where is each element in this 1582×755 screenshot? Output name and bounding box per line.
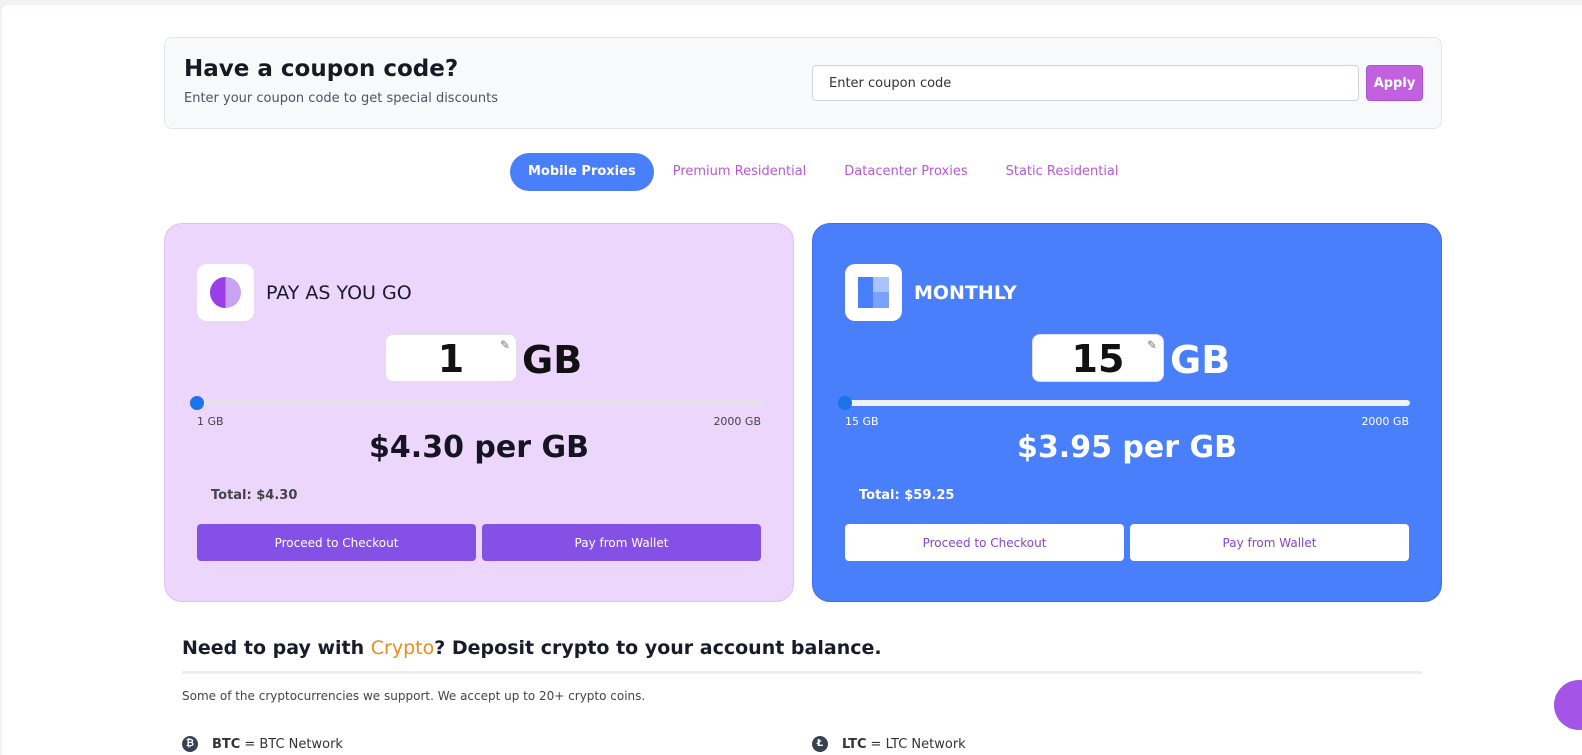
coupon-panel: Have a coupon code? Enter your coupon co…	[164, 37, 1442, 129]
half-circle-icon	[197, 264, 254, 321]
coin-network: = BTC Network	[244, 736, 343, 752]
total-price: Total: $59.25	[859, 488, 955, 503]
slider-max-label: 2000 GB	[1361, 415, 1409, 428]
gb-unit-label: GB	[1170, 338, 1231, 382]
gb-selector: 1 ✎ GB	[165, 334, 793, 384]
plan-card-payg: PAY AS YOU GO 1 ✎ GB 1 GB 2000 GB $4.30 …	[164, 223, 794, 602]
slider-max-label: 2000 GB	[713, 415, 761, 428]
price-per-gb: $4.30 per GB	[369, 430, 589, 465]
tab-datacenter-proxies[interactable]: Datacenter Proxies	[825, 153, 986, 191]
coin-symbol: LTC	[842, 736, 867, 752]
proceed-to-checkout-button[interactable]: Proceed to Checkout	[197, 524, 476, 561]
coin-network: = LTC Network	[870, 736, 966, 752]
pay-from-wallet-button[interactable]: Pay from Wallet	[482, 524, 761, 561]
pay-from-wallet-button[interactable]: Pay from Wallet	[1130, 524, 1409, 561]
divider	[182, 671, 1422, 674]
bitcoin-icon: ₿	[182, 736, 198, 752]
plan-card-monthly: MONTHLY 15 ✎ GB 15 GB 2000 GB $3.95 per …	[812, 223, 1442, 602]
gb-quantity-value: 1	[437, 337, 465, 381]
chat-widget-button[interactable]	[1554, 680, 1582, 730]
crypto-heading-prefix: Need to pay with	[182, 637, 371, 659]
proxy-type-tabs: Mobile Proxies Premium Residential Datac…	[510, 153, 1138, 191]
split-square-icon	[845, 264, 902, 321]
proceed-to-checkout-button[interactable]: Proceed to Checkout	[845, 524, 1124, 561]
tab-mobile-proxies[interactable]: Mobile Proxies	[510, 153, 654, 191]
coupon-input[interactable]	[812, 65, 1359, 101]
gb-slider[interactable]	[190, 396, 762, 410]
plan-name: MONTHLY	[914, 282, 1017, 304]
plan-name: PAY AS YOU GO	[266, 282, 412, 304]
slider-thumb[interactable]	[190, 396, 204, 410]
slider-min-label: 15 GB	[845, 415, 879, 428]
gb-quantity-input[interactable]: 1 ✎	[385, 334, 517, 382]
page: Have a coupon code? Enter your coupon co…	[2, 5, 1582, 755]
tab-static-residential[interactable]: Static Residential	[987, 153, 1138, 191]
gb-quantity-value: 15	[1071, 337, 1125, 381]
litecoin-icon: Ł	[812, 736, 828, 752]
crypto-heading-suffix: ? Deposit crypto to your account balance…	[434, 637, 882, 659]
pencil-icon: ✎	[499, 338, 510, 352]
gb-unit-label: GB	[522, 338, 583, 382]
coin-symbol: BTC	[212, 736, 241, 752]
coin-item-btc: ₿ BTC = BTC Network	[182, 736, 343, 752]
gb-selector: 15 ✎ GB	[813, 334, 1441, 384]
gb-slider[interactable]	[838, 396, 1410, 410]
total-price: Total: $4.30	[211, 488, 298, 503]
tab-premium-residential[interactable]: Premium Residential	[654, 153, 826, 191]
slider-thumb[interactable]	[838, 396, 852, 410]
coin-item-ltc: Ł LTC = LTC Network	[812, 736, 966, 752]
coupon-title: Have a coupon code?	[184, 56, 459, 82]
price-per-gb: $3.95 per GB	[1017, 430, 1237, 465]
apply-coupon-button[interactable]: Apply	[1366, 65, 1423, 101]
coupon-subtitle: Enter your coupon code to get special di…	[184, 91, 499, 106]
crypto-heading: Need to pay with Crypto? Deposit crypto …	[182, 637, 882, 659]
gb-quantity-input[interactable]: 15 ✎	[1032, 334, 1164, 382]
slider-min-label: 1 GB	[197, 415, 224, 428]
crypto-heading-accent: Crypto	[370, 637, 435, 659]
pencil-icon: ✎	[1146, 338, 1157, 352]
crypto-subtitle: Some of the cryptocurrencies we support.…	[182, 689, 646, 703]
